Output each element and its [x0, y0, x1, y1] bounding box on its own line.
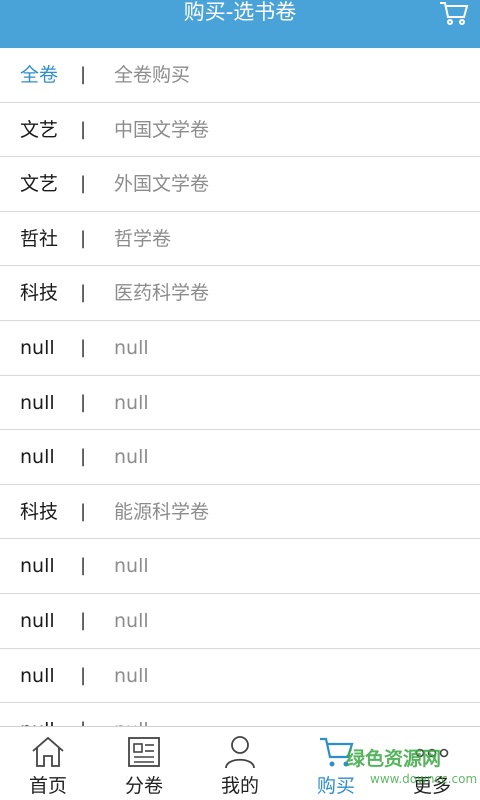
- list-item[interactable]: 科技 | 能源科学卷: [0, 485, 480, 540]
- list-item-name: null: [114, 336, 149, 359]
- tab-purchase[interactable]: 购买: [288, 727, 384, 800]
- bottom-tab-bar: 首页 分卷 我的 购买 更多: [0, 726, 480, 800]
- list-item[interactable]: null | null: [0, 703, 480, 726]
- list-item-category: 科技: [20, 282, 59, 305]
- app-header: 购买-选书卷: [0, 0, 480, 48]
- list-item-category: null: [20, 336, 55, 359]
- list-item[interactable]: 科技 | 医药科学卷: [0, 266, 480, 321]
- cart-button[interactable]: [438, 0, 470, 26]
- list-item[interactable]: 哲社 | 哲学卷: [0, 212, 480, 267]
- cart-icon: [320, 737, 354, 767]
- list-item-category: null: [20, 446, 55, 469]
- list-item-name: null: [114, 664, 149, 687]
- list-item-name: 医药科学卷: [114, 282, 210, 305]
- page-title: 购买-选书卷: [183, 0, 297, 24]
- list-item-name: null: [114, 555, 149, 578]
- list-item[interactable]: null | null: [0, 649, 480, 704]
- list-item-separator: |: [80, 703, 86, 726]
- list-item-name: null: [114, 446, 149, 469]
- list-item-separator: |: [80, 282, 87, 304]
- list-item[interactable]: null | null: [0, 321, 480, 376]
- list-item-separator: |: [80, 336, 87, 358]
- volume-list: 全卷 | 全卷购买 文艺 | 中国文学卷 文艺 | 外国文学卷 哲社 | 哲学卷…: [0, 48, 480, 726]
- newspaper-icon: [128, 737, 160, 767]
- list-item-name: 能源科学卷: [114, 500, 210, 523]
- cart-icon: [440, 1, 469, 25]
- list-item-category: null: [20, 391, 55, 414]
- list-item-separator: |: [80, 609, 87, 631]
- list-item-category: 全卷: [20, 64, 59, 86]
- tab-purchase-label: 购买: [316, 775, 355, 797]
- list-item-category: null: [20, 609, 55, 632]
- list-item-name: 外国文学卷: [114, 173, 210, 196]
- list-item-separator: |: [80, 391, 87, 413]
- tab-more-label: 更多: [412, 775, 451, 797]
- list-item-name: 全卷购买: [114, 64, 191, 86]
- tab-volumes[interactable]: 分卷: [96, 727, 192, 800]
- list-item-separator: |: [80, 118, 87, 140]
- list-item[interactable]: 文艺 | 外国文学卷: [0, 157, 480, 212]
- tab-volumes-label: 分卷: [124, 775, 163, 797]
- more-dots-icon: [415, 748, 449, 758]
- user-icon: [225, 736, 255, 769]
- list-item[interactable]: 文艺 | 中国文学卷: [0, 103, 480, 158]
- list-item-separator: |: [80, 664, 87, 686]
- list-item-category: null: [20, 555, 55, 578]
- list-item-category: null: [20, 703, 55, 726]
- list-item-separator: |: [80, 555, 87, 577]
- list-item-category: 文艺: [20, 173, 59, 196]
- list-item-category: 文艺: [20, 118, 59, 141]
- tab-mine-label: 我的: [220, 775, 259, 797]
- list-item-name: 中国文学卷: [114, 118, 210, 141]
- list-item-name: null: [114, 391, 149, 414]
- list-item-name: null: [114, 609, 149, 632]
- tab-home[interactable]: 首页: [0, 727, 96, 800]
- tab-home-label: 首页: [28, 775, 67, 797]
- list-item-separator: |: [80, 446, 87, 468]
- list-item-separator: |: [80, 64, 87, 85]
- list-item[interactable]: 全卷 | 全卷购买: [0, 48, 480, 103]
- list-item-separator: |: [80, 500, 87, 522]
- list-item-name: null: [114, 703, 149, 726]
- list-item[interactable]: null | null: [0, 539, 480, 594]
- home-icon: [32, 736, 64, 767]
- tab-mine[interactable]: 我的: [192, 727, 288, 800]
- list-item-category: 科技: [20, 500, 59, 523]
- list-item-category: null: [20, 664, 55, 687]
- list-item[interactable]: null | null: [0, 594, 480, 649]
- list-item-separator: |: [80, 227, 87, 249]
- list-item[interactable]: null | null: [0, 376, 480, 431]
- list-item-category: 哲社: [20, 227, 59, 250]
- tab-more[interactable]: 更多: [384, 727, 480, 800]
- list-item[interactable]: null | null: [0, 430, 480, 485]
- list-item-separator: |: [80, 173, 87, 195]
- list-item-name: 哲学卷: [114, 227, 172, 250]
